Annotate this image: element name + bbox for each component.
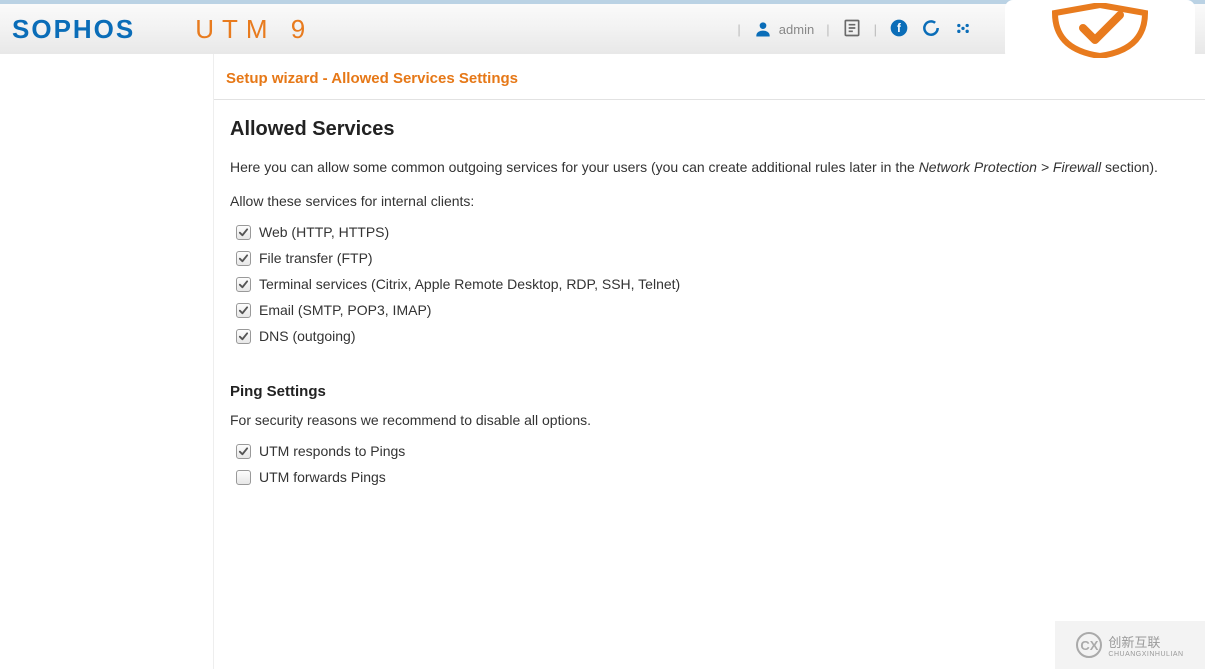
services-prompt: Allow these services for internal client…	[230, 193, 1193, 209]
user-label: admin	[779, 22, 814, 37]
services-list: Web (HTTP, HTTPS) File transfer (FTP) Term…	[230, 219, 1193, 349]
sidebar	[0, 54, 214, 669]
wizard-title: Setup wizard - Allowed Services Settings	[214, 54, 1205, 100]
service-row: File transfer (FTP)	[236, 245, 1193, 271]
service-label: DNS (outgoing)	[259, 328, 356, 344]
watermark-icon: CX	[1076, 632, 1102, 658]
ping-option-row: UTM responds to Pings	[236, 438, 1193, 464]
service-label: Web (HTTP, HTTPS)	[259, 224, 389, 240]
description-pre: Here you can allow some common outgoing …	[230, 159, 919, 175]
main-area: Setup wizard - Allowed Services Settings…	[0, 54, 1205, 669]
section-title-ping: Ping Settings	[230, 383, 1193, 400]
description: Here you can allow some common outgoing …	[230, 157, 1190, 177]
service-checkbox[interactable]	[236, 303, 251, 318]
refresh-icon[interactable]	[921, 18, 941, 41]
help-icon[interactable]: f	[889, 18, 909, 41]
service-checkbox[interactable]	[236, 329, 251, 344]
svg-text:f: f	[897, 22, 901, 35]
ping-option-checkbox[interactable]	[236, 470, 251, 485]
ping-option-label: UTM responds to Pings	[259, 443, 405, 459]
description-italic: Network Protection > Firewall	[919, 159, 1101, 175]
divider: |	[737, 22, 740, 37]
service-checkbox[interactable]	[236, 251, 251, 266]
service-label: Email (SMTP, POP3, IMAP)	[259, 302, 431, 318]
menu-dots-icon[interactable]	[953, 18, 973, 41]
content-body: Allowed Services Here you can allow some…	[214, 100, 1205, 502]
ping-option-label: UTM forwards Pings	[259, 469, 386, 485]
section-title-allowed-services: Allowed Services	[230, 118, 1193, 141]
logo-sophos: SOPHOS	[12, 14, 135, 45]
header-bar: SOPHOS UTM 9 | admin | | f	[0, 0, 1205, 54]
service-row: Email (SMTP, POP3, IMAP)	[236, 297, 1193, 323]
user-icon	[753, 19, 773, 39]
ping-description: For security reasons we recommend to dis…	[230, 412, 1193, 428]
logo-utm: UTM 9	[195, 14, 313, 45]
watermark-text: 创新互联	[1108, 635, 1160, 650]
divider: |	[826, 22, 829, 37]
service-row: Web (HTTP, HTTPS)	[236, 219, 1193, 245]
service-checkbox[interactable]	[236, 225, 251, 240]
service-label: Terminal services (Citrix, Apple Remote …	[259, 276, 680, 292]
watermark-sub: CHUANGXINHULIAN	[1108, 651, 1183, 658]
notes-icon[interactable]	[842, 18, 862, 41]
content: Setup wizard - Allowed Services Settings…	[214, 54, 1205, 669]
ping-option-checkbox[interactable]	[236, 444, 251, 459]
description-post: section).	[1101, 159, 1158, 175]
ping-list: UTM responds to Pings UTM forwards Pings	[230, 438, 1193, 490]
service-checkbox[interactable]	[236, 277, 251, 292]
service-row: DNS (outgoing)	[236, 323, 1193, 349]
status-shield[interactable]	[1005, 0, 1195, 60]
ping-option-row: UTM forwards Pings	[236, 464, 1193, 490]
divider: |	[874, 22, 877, 37]
service-row: Terminal services (Citrix, Apple Remote …	[236, 271, 1193, 297]
service-label: File transfer (FTP)	[259, 250, 373, 266]
user-menu[interactable]: admin	[753, 19, 814, 39]
watermark: CX 创新互联 CHUANGXINHULIAN	[1055, 621, 1205, 669]
